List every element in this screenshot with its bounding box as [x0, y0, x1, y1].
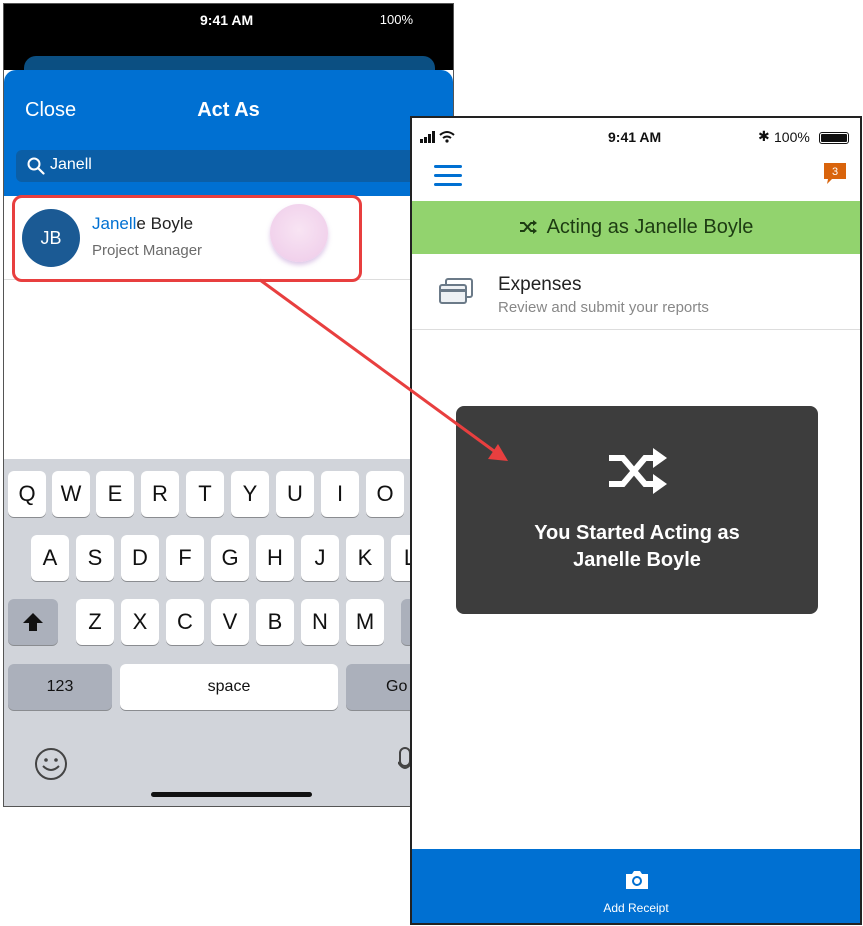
add-receipt-label: Add Receipt	[603, 901, 669, 915]
space-key[interactable]: space	[120, 664, 338, 710]
shuffle-icon	[519, 220, 537, 234]
search-input[interactable]: Janell	[16, 150, 446, 182]
key-z[interactable]: Z	[76, 599, 114, 645]
menu-icon[interactable]	[434, 165, 462, 187]
emoji-icon[interactable]	[33, 746, 69, 782]
key-s[interactable]: S	[76, 535, 114, 581]
search-query: Janell	[50, 156, 92, 173]
key-c[interactable]: C	[166, 599, 204, 645]
toast-message: You Started Acting as Janelle Boyle	[456, 520, 818, 574]
highlight-box	[12, 195, 362, 282]
page-title: Act As	[197, 99, 260, 121]
shuffle-icon	[609, 448, 667, 494]
key-n[interactable]: N	[301, 599, 339, 645]
key-f[interactable]: F	[166, 535, 204, 581]
expenses-subtitle: Review and submit your reports	[498, 299, 709, 316]
shift-key[interactable]	[8, 599, 58, 645]
key-m[interactable]: M	[346, 599, 384, 645]
key-r[interactable]: R	[141, 471, 179, 517]
status-battery: 100%	[379, 12, 413, 27]
acting-toast: You Started Acting as Janelle Boyle	[456, 406, 818, 614]
expenses-item[interactable]: Expenses Review and submit your reports	[412, 254, 860, 330]
add-receipt-button[interactable]: Add Receipt	[412, 849, 860, 923]
notification-count: 3	[832, 166, 838, 178]
key-q[interactable]: Q	[8, 471, 46, 517]
notification-icon[interactable]: 3	[822, 162, 848, 186]
keyboard: Q W E R T Y U I O A S D F G H J K L Z X …	[4, 459, 453, 806]
key-x[interactable]: X	[121, 599, 159, 645]
toast-line-1: You Started Acting as	[534, 522, 740, 544]
status-time: 9:41 AM	[608, 129, 662, 145]
signal-wifi-icon	[420, 131, 455, 143]
status-bar: 9:41 AM 100%	[4, 4, 453, 76]
acting-as-text: Acting as Janelle Boyle	[546, 216, 754, 238]
camera-icon	[626, 871, 648, 889]
key-t[interactable]: T	[186, 471, 224, 517]
key-e[interactable]: E	[96, 471, 134, 517]
key-o[interactable]: O	[366, 471, 404, 517]
key-v[interactable]: V	[211, 599, 249, 645]
expenses-title: Expenses	[498, 274, 582, 295]
numbers-key[interactable]: 123	[8, 664, 112, 710]
key-y[interactable]: Y	[231, 471, 269, 517]
home-indicator	[151, 792, 312, 797]
battery-icon	[819, 132, 849, 144]
key-i[interactable]: I	[321, 471, 359, 517]
act-as-screen: 9:41 AM 100% Close Act As Janell JB Jane…	[3, 3, 454, 807]
key-b[interactable]: B	[256, 599, 294, 645]
key-g[interactable]: G	[211, 535, 249, 581]
key-u[interactable]: U	[276, 471, 314, 517]
bluetooth-icon: ✱	[758, 128, 770, 144]
key-d[interactable]: D	[121, 535, 159, 581]
shift-icon	[23, 613, 43, 631]
key-k[interactable]: K	[346, 535, 384, 581]
key-w[interactable]: W	[52, 471, 90, 517]
key-j[interactable]: J	[301, 535, 339, 581]
status-bar: 9:41 AM ✱ 100%	[412, 118, 860, 158]
status-battery: 100%	[774, 129, 810, 145]
key-h[interactable]: H	[256, 535, 294, 581]
key-a[interactable]: A	[31, 535, 69, 581]
home-screen: 9:41 AM ✱ 100% 3 Acting as Janelle Boyle…	[410, 116, 862, 925]
toast-line-2: Janelle Boyle	[573, 549, 701, 571]
search-icon	[27, 157, 45, 175]
acting-as-banner: Acting as Janelle Boyle	[412, 201, 860, 254]
status-time: 9:41 AM	[200, 12, 254, 28]
act-as-header: Close Act As Janell	[4, 70, 453, 196]
credit-card-icon	[439, 278, 473, 304]
